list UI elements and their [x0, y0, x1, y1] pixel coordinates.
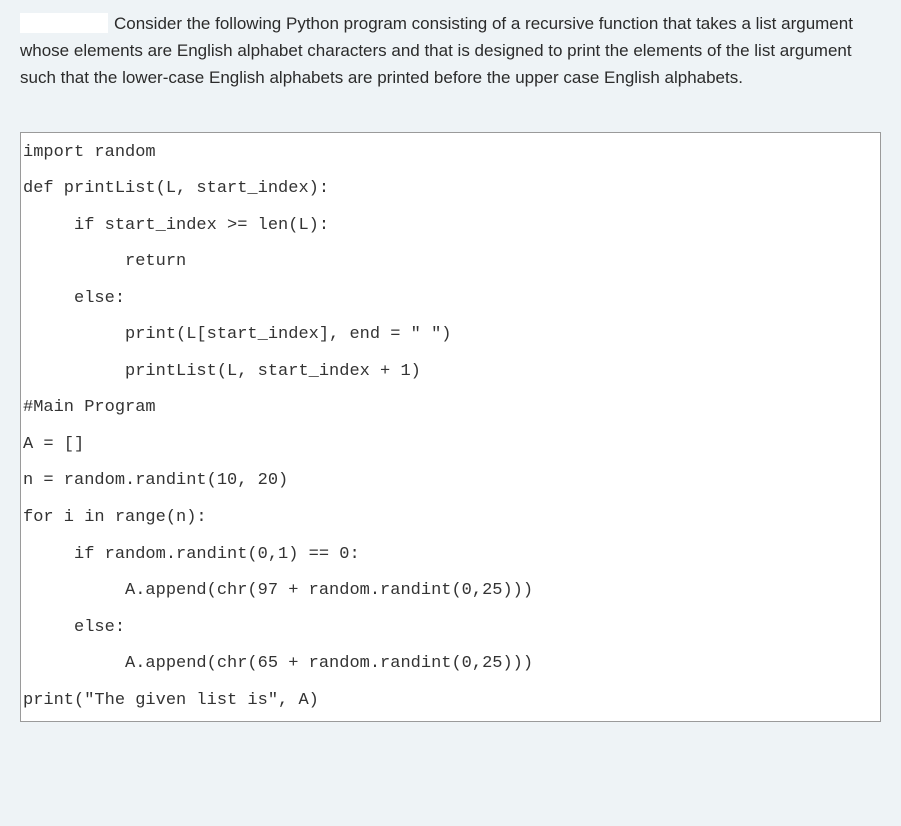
code-line: for i in range(n): [23, 500, 880, 537]
code-line: n = random.randint(10, 20) [23, 463, 880, 500]
code-line: printList(L, start_index + 1) [23, 354, 880, 391]
code-line: A.append(chr(97 + random.randint(0,25))) [23, 573, 880, 610]
code-line: #Main Program [23, 390, 880, 427]
code-block: import random def printList(L, start_ind… [20, 132, 881, 723]
code-line: else: [23, 610, 880, 647]
code-line: import random [23, 135, 880, 172]
prompt-text: Consider the following Python program co… [20, 14, 853, 87]
code-line: print("The given list is", A) [23, 683, 880, 720]
code-line: A.append(chr(65 + random.randint(0,25))) [23, 646, 880, 683]
code-line: return [23, 244, 880, 281]
question-container: Consider the following Python program co… [0, 0, 901, 112]
question-prompt: Consider the following Python program co… [20, 10, 881, 92]
code-line: if start_index >= len(L): [23, 208, 880, 245]
code-line: else: [23, 281, 880, 318]
code-line: if random.randint(0,1) == 0: [23, 537, 880, 574]
code-line: A = [] [23, 427, 880, 464]
code-line: print(L[start_index], end = " ") [23, 317, 880, 354]
redacted-label [20, 13, 108, 33]
code-line: def printList(L, start_index): [23, 171, 880, 208]
